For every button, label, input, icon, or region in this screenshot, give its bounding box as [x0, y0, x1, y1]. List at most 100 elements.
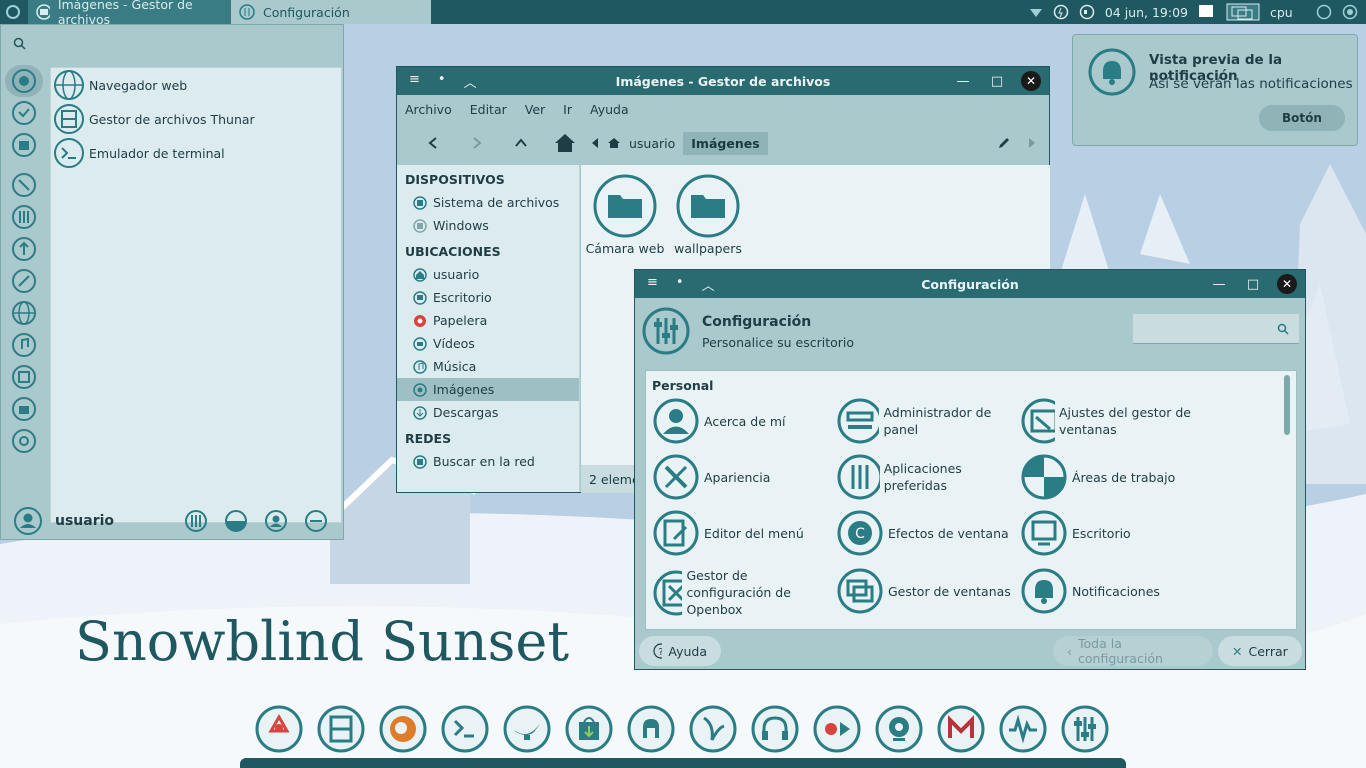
- clock[interactable]: 04 jun, 19:09: [1105, 5, 1188, 20]
- category-favorites[interactable]: [5, 65, 43, 97]
- notification-button[interactable]: Botón: [1259, 105, 1345, 131]
- notification-popup[interactable]: Vista previa de la notificación Así se v…: [1072, 34, 1358, 146]
- settings-item-appearance[interactable]: Apariencia: [652, 453, 832, 501]
- maximize-button[interactable]: □: [1243, 274, 1263, 294]
- minimize-button[interactable]: —: [953, 71, 973, 91]
- sidebar-item-pictures[interactable]: Imágenes: [397, 378, 579, 401]
- close-settings-button[interactable]: ✕ Cerrar: [1218, 636, 1302, 666]
- taskbar-item-settings[interactable]: Configuración: [231, 0, 431, 24]
- recycle-icon[interactable]: [254, 704, 304, 754]
- webcam-icon[interactable]: [874, 704, 924, 754]
- genie-lamp-icon[interactable]: [502, 704, 552, 754]
- switch-user-button[interactable]: [264, 509, 288, 533]
- category-internet[interactable]: [5, 297, 43, 329]
- category-other[interactable]: [5, 425, 43, 457]
- sidebar-item-filesystem[interactable]: Sistema de archivos: [397, 191, 579, 214]
- chevron-right-icon[interactable]: [1028, 138, 1036, 148]
- back-button[interactable]: [411, 127, 455, 159]
- maximize-button[interactable]: □: [987, 71, 1007, 91]
- menu-editar[interactable]: Editar: [470, 102, 507, 117]
- menu-ir[interactable]: Ir: [563, 102, 572, 117]
- headphones-icon[interactable]: [750, 704, 800, 754]
- help-button[interactable]: ? Ayuda: [639, 636, 721, 666]
- close-button[interactable]: ✕: [1277, 274, 1297, 294]
- list-item[interactable]: Gestor de archivos Thunar: [51, 102, 341, 136]
- update-icon[interactable]: [1316, 4, 1332, 20]
- sidebar-item-network[interactable]: Buscar en la red: [397, 450, 579, 473]
- settings-item-menu-editor[interactable]: Editor del menú: [652, 509, 832, 557]
- menu-ayuda[interactable]: Ayuda: [590, 102, 629, 117]
- lock-screen-button[interactable]: [224, 509, 248, 533]
- ubuntu-app-icon[interactable]: [626, 704, 676, 754]
- settings-item-preferred-apps[interactable]: Aplicaciones preferidas: [836, 453, 1016, 501]
- record-play-icon[interactable]: [812, 704, 862, 754]
- activity-monitor-icon[interactable]: [998, 704, 1048, 754]
- category-multimedia[interactable]: [5, 329, 43, 361]
- logout-icon[interactable]: [1342, 4, 1358, 20]
- category-accessories[interactable]: [5, 169, 43, 201]
- workspace-icon[interactable]: [1198, 4, 1216, 20]
- category-settings[interactable]: [5, 201, 43, 233]
- settings-item-notifications[interactable]: Notificaciones: [1020, 567, 1200, 615]
- settings-item-panel[interactable]: Administrador de panel: [836, 397, 1016, 445]
- boomerang-icon[interactable]: [688, 704, 738, 754]
- sticky-icon[interactable]: •: [676, 275, 684, 294]
- workspace-switcher[interactable]: [1226, 2, 1260, 22]
- minimize-button[interactable]: —: [1209, 274, 1229, 294]
- file-cabinet-icon[interactable]: [316, 704, 366, 754]
- category-system[interactable]: [5, 393, 43, 425]
- app-menu-button[interactable]: [0, 0, 28, 24]
- settings-item-workspaces[interactable]: Áreas de trabajo: [1020, 453, 1200, 501]
- search-input[interactable]: [1, 25, 344, 63]
- power-icon[interactable]: [1053, 4, 1069, 20]
- menu-archivo[interactable]: Archivo: [405, 102, 452, 117]
- sidebar-item-windows[interactable]: Windows: [397, 214, 579, 237]
- window-menu-icon[interactable]: ≡: [409, 72, 420, 91]
- breadcrumb-current[interactable]: Imágenes: [683, 131, 768, 155]
- gmail-icon[interactable]: [936, 704, 986, 754]
- folder-item[interactable]: wallpapers: [668, 173, 748, 256]
- category-development[interactable]: [5, 233, 43, 265]
- terminal-icon[interactable]: [440, 704, 490, 754]
- home-button[interactable]: [543, 127, 587, 159]
- firefox-icon[interactable]: [378, 704, 428, 754]
- taskbar-item-files[interactable]: Imágenes - Gestor de archivos: [28, 0, 231, 27]
- cpu-monitor[interactable]: cpu: [1270, 5, 1306, 20]
- settings-item-wm-tweaks[interactable]: Ajustes del gestor de ventanas: [1020, 397, 1200, 445]
- sidebar-item-trash[interactable]: Papelera: [397, 309, 579, 332]
- sidebar-item-videos[interactable]: Vídeos: [397, 332, 579, 355]
- all-settings-button[interactable]: ‹ Toda la configuración: [1053, 636, 1213, 666]
- list-item[interactable]: Navegador web: [51, 68, 341, 102]
- category-recent[interactable]: [5, 97, 43, 129]
- chevron-left-icon[interactable]: [591, 138, 599, 148]
- volume-icon[interactable]: [1079, 4, 1095, 20]
- settings-item-window-manager[interactable]: Gestor de ventanas: [836, 567, 1016, 615]
- forward-button[interactable]: [455, 127, 499, 159]
- category-graphics[interactable]: [5, 265, 43, 297]
- network-icon[interactable]: [1029, 5, 1043, 19]
- title-bar[interactable]: ≡ • ︿ Imágenes - Gestor de archivos — □ …: [397, 67, 1049, 95]
- search-input[interactable]: [1133, 314, 1299, 344]
- menu-ver[interactable]: Ver: [525, 102, 545, 117]
- settings-item-about-me[interactable]: Acerca de mí: [652, 397, 832, 445]
- sticky-icon[interactable]: •: [438, 72, 446, 91]
- window-menu-icon[interactable]: ≡: [647, 275, 658, 294]
- category-office[interactable]: [5, 361, 43, 393]
- folder-item[interactable]: Cámara web: [585, 173, 665, 256]
- sidebar-item-music[interactable]: Música: [397, 355, 579, 378]
- close-button[interactable]: ✕: [1021, 71, 1041, 91]
- settings-item-compositor[interactable]: C Efectos de ventana: [836, 509, 1016, 557]
- settings-button[interactable]: [184, 509, 208, 533]
- sliders-icon[interactable]: [1060, 704, 1110, 754]
- settings-item-desktop[interactable]: Escritorio: [1020, 509, 1200, 557]
- sidebar-item-home[interactable]: usuario: [397, 263, 579, 286]
- settings-item-openbox[interactable]: Gestor de configuración de Openbox: [652, 567, 832, 618]
- shade-icon[interactable]: ︿: [464, 72, 477, 91]
- logout-button[interactable]: [304, 509, 328, 533]
- edit-location-icon[interactable]: [997, 136, 1011, 150]
- breadcrumb-parent[interactable]: usuario: [629, 136, 675, 151]
- sidebar-item-downloads[interactable]: Descargas: [397, 401, 579, 424]
- shade-icon[interactable]: ︿: [702, 275, 715, 294]
- sidebar-item-desktop[interactable]: Escritorio: [397, 286, 579, 309]
- up-button[interactable]: [499, 127, 543, 159]
